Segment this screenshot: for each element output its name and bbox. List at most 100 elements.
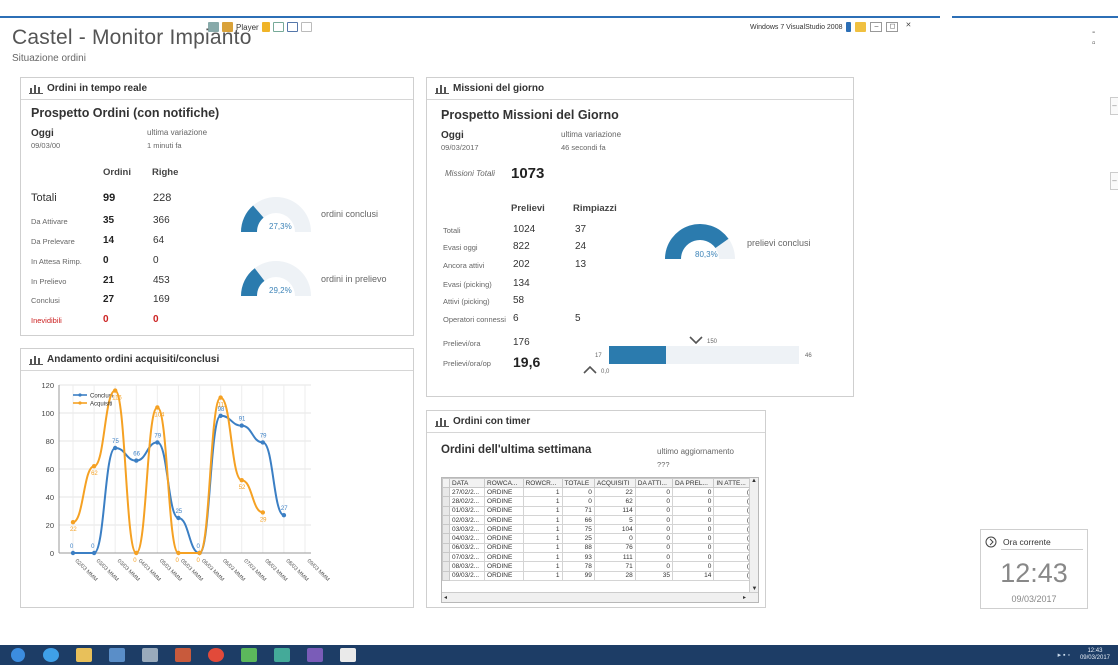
taskbar-app1[interactable] — [102, 646, 132, 664]
row-ordini-da-attivare: 35 — [103, 215, 115, 226]
vm-arrow-icon[interactable] — [846, 22, 852, 32]
taskbar-app7[interactable] — [333, 646, 363, 664]
data-label: 29 — [260, 517, 267, 523]
gauge-prelievi-conclusi-value: 80,3% — [695, 250, 718, 259]
column-header[interactable]: DATA — [448, 478, 486, 488]
row-righe-inevidibili: 0 — [153, 314, 159, 325]
table-row[interactable]: 09/03/2... ORDINE 1 99 28 35 14( — [442, 570, 752, 581]
table-cell: 1 — [522, 524, 563, 535]
table-row[interactable]: 27/02/2... ORDINE 1 0 22 0 0( — [442, 486, 752, 498]
row-selector[interactable] — [442, 552, 450, 563]
row-selector[interactable] — [442, 505, 450, 516]
table-row[interactable]: 01/03/2... ORDINE 1 71 114 0 0( — [442, 505, 752, 516]
table-cell: ORDINE — [484, 514, 524, 526]
table-cell: 0 — [634, 486, 674, 498]
table-cell: 0 — [634, 524, 674, 535]
missioni-row-label-evasi: Evasi oggi — [443, 243, 478, 252]
side-collapse-button-1[interactable]: – — [1110, 97, 1118, 115]
panel-ordini: Ordini in tempo reale Prospetto Ordini (… — [20, 77, 414, 336]
table-row[interactable]: 04/03/2... ORDINE 1 25 0 0 0( — [442, 533, 752, 544]
page-icon[interactable] — [300, 22, 312, 32]
row-righe-conclusi: 169 — [153, 294, 170, 305]
column-header[interactable]: ACQUISITI — [593, 478, 636, 488]
table-cell: 0 — [634, 514, 674, 526]
row-ordini-conclusi: 27 — [103, 294, 115, 305]
row-selector[interactable] — [442, 514, 450, 526]
data-point — [176, 550, 181, 556]
taskbar-app5[interactable] — [267, 646, 297, 664]
taskbar-app3[interactable] — [168, 646, 198, 664]
window-controls[interactable]: - ▫ — [1092, 27, 1118, 49]
row-selector[interactable] — [442, 533, 450, 544]
clock-header-line — [1001, 549, 1083, 550]
table-row[interactable]: 07/03/2... ORDINE 1 93 111 0 0( — [442, 552, 752, 563]
chart-icon — [435, 85, 449, 94]
vm-restore-button[interactable]: ◻ — [886, 22, 899, 32]
column-header[interactable]: DA PREL... — [672, 478, 715, 488]
table-cell: 75 — [561, 524, 595, 535]
table-row[interactable]: 03/03/2... ORDINE 1 75 104 0 0( — [442, 524, 752, 535]
row-selector[interactable] — [442, 570, 450, 581]
taskbar-app2[interactable] — [135, 646, 165, 664]
tray-time: 12:43 — [1087, 648, 1103, 654]
missioni-row-label-evasi-picking: Evasi (picking) — [443, 280, 492, 289]
prelievi-ora-label: Prelievi/ora — [443, 339, 481, 348]
tray-icons[interactable]: ▸ ▪ ▫ — [1058, 651, 1070, 659]
column-header[interactable]: DA ATTI... — [634, 478, 674, 488]
table-row[interactable]: 02/03/2... ORDINE 1 66 5 0 0( — [442, 514, 752, 526]
column-header[interactable]: TOTALE — [561, 478, 595, 488]
missioni-totali-value: 1073 — [511, 165, 545, 182]
vm-folder-icon[interactable] — [855, 22, 867, 32]
taskbar-app6[interactable] — [300, 646, 330, 664]
tray-clock[interactable]: 12:43 09/03/2017 — [1080, 648, 1110, 662]
table-cell: 02/03/2... — [448, 514, 486, 526]
table-cell: ( — [713, 570, 752, 581]
row-selector[interactable] — [442, 496, 450, 507]
table-row[interactable]: 06/03/2... ORDINE 1 88 76 0 0( — [442, 542, 752, 554]
taskbar-explorer[interactable] — [69, 646, 99, 664]
column-header[interactable]: ROWCR... — [522, 478, 563, 488]
table-cell: 27/02/2... — [448, 486, 486, 498]
taskbar-ie[interactable] — [36, 646, 66, 664]
row-selector[interactable] — [442, 486, 450, 498]
vm-close-button[interactable]: ✕ — [902, 22, 914, 32]
grid-vscrollbar[interactable]: ▲ ▼ — [749, 478, 758, 592]
table-row[interactable]: 28/02/2... ORDINE 1 0 62 0 0( — [442, 496, 752, 507]
row-righe-in-attesa: 0 — [153, 255, 159, 266]
data-point — [70, 550, 76, 556]
expand-icon[interactable] — [286, 22, 298, 32]
taskbar-chrome[interactable] — [201, 646, 231, 664]
oggi-label: Oggi — [31, 128, 54, 139]
table-cell: 0 — [672, 486, 715, 498]
column-header[interactable]: ROWCA... — [484, 478, 524, 488]
table-cell: 0 — [672, 524, 715, 535]
table-cell: 0 — [634, 542, 674, 554]
chart-icon — [29, 356, 43, 365]
start-button[interactable] — [3, 646, 33, 664]
vm-minimize-button[interactable]: – — [870, 22, 883, 32]
row-selector-header — [442, 478, 450, 488]
table-cell: ORDINE — [484, 542, 524, 554]
data-point — [260, 510, 266, 515]
column-header[interactable]: IN ATTE... — [713, 478, 752, 488]
table-cell: 114 — [593, 505, 636, 516]
orders-table[interactable]: DATA ROWCA... ROWCR... TOTALE ACQUISITI DA AT… — [442, 478, 752, 581]
table-cell: 1 — [522, 542, 563, 554]
table-cell: ORDINE — [484, 561, 524, 572]
taskbar: ▸ ▪ ▫ 12:43 09/03/2017 — [0, 645, 1118, 665]
timer-agg-value: ??? — [657, 460, 670, 469]
table-cell: 88 — [561, 542, 595, 554]
pause-icon[interactable] — [261, 22, 270, 32]
side-collapse-button-2[interactable]: – — [1110, 172, 1118, 190]
orders-grid[interactable]: DATA ROWCA... ROWCR... TOTALE ACQUISITI DA AT… — [441, 477, 759, 603]
row-selector[interactable] — [442, 561, 450, 572]
fit-icon[interactable] — [272, 22, 284, 32]
grid-hscrollbar[interactable]: ◂ ▸ — [442, 592, 758, 602]
table-cell: 0 — [672, 561, 715, 572]
table-cell: ( — [713, 542, 752, 554]
data-label: 111 — [218, 403, 228, 409]
row-selector[interactable] — [442, 524, 450, 535]
table-row[interactable]: 08/03/2... ORDINE 1 78 71 0 0( — [442, 561, 752, 572]
row-selector[interactable] — [442, 542, 450, 554]
taskbar-app4[interactable] — [234, 646, 264, 664]
